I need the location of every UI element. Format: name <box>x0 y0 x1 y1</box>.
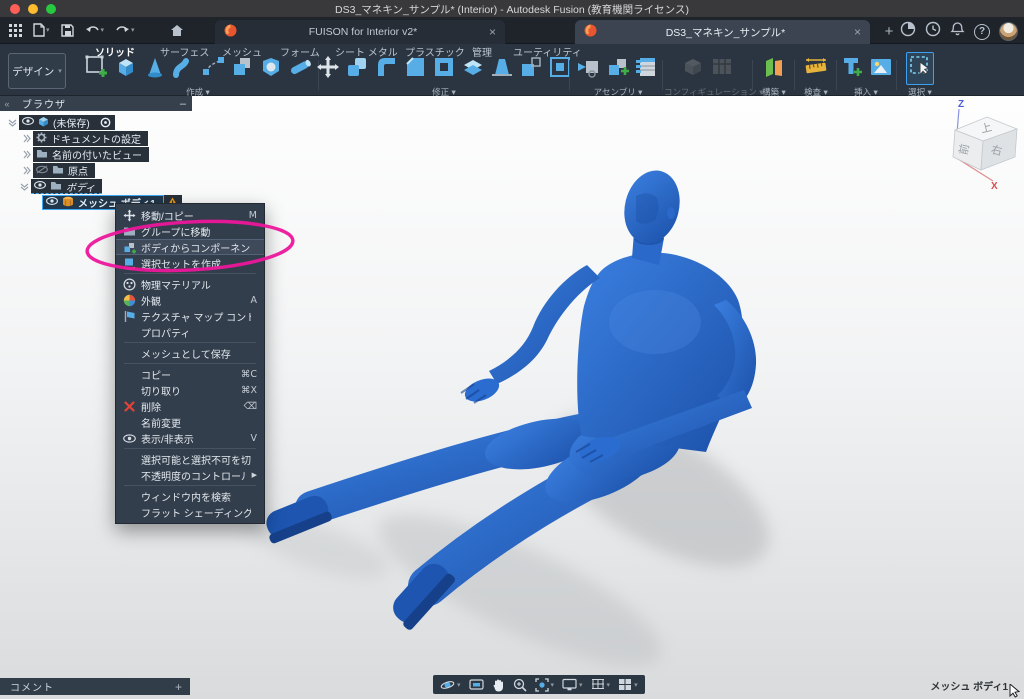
document-cube-icon <box>38 116 49 130</box>
menu-item-move-copy[interactable]: 移動/コピーM <box>116 207 264 223</box>
delete-x-icon <box>122 400 136 413</box>
browser-title: ブラウザ <box>22 96 66 111</box>
expand-arrow-icon[interactable] <box>20 134 33 143</box>
expand-arrow-icon[interactable] <box>20 166 33 175</box>
tree-row-label: ドキュメントの設定 <box>51 131 141 146</box>
expand-arrow-icon[interactable] <box>20 150 33 159</box>
menu-item-copy[interactable]: コピー⌘C <box>116 366 264 382</box>
menu-separator <box>124 363 256 364</box>
new-component-icon <box>122 241 136 254</box>
menu-item-create-selection-set[interactable]: 選択セットを作成 <box>116 255 264 271</box>
color-wheel-icon <box>122 294 136 307</box>
browser-header: « ブラウザ – <box>0 96 192 111</box>
viewports-icon[interactable]: ▾ <box>618 678 638 691</box>
collapse-arrow-icon[interactable] <box>18 183 31 191</box>
browser-panel: « ブラウザ – (未保存) ドキュメントの設定 <box>0 96 192 111</box>
menu-item-physical-material[interactable]: 物理マテリアル <box>116 276 264 292</box>
material-sphere-icon <box>122 278 136 291</box>
look-at-icon[interactable] <box>469 678 484 691</box>
folder-icon <box>50 180 62 193</box>
tree-row-origin[interactable]: 原点 <box>20 163 95 178</box>
menu-separator <box>124 485 256 486</box>
tree-row-root[interactable]: (未保存) <box>6 115 115 130</box>
menu-item-toggle-selectable[interactable]: 選択可能と選択不可を切り替え <box>116 451 264 467</box>
zoom-icon[interactable] <box>513 678 527 692</box>
menu-item-appearance[interactable]: 外観A <box>116 292 264 308</box>
menu-separator <box>124 342 256 343</box>
group-folder-icon <box>122 225 136 238</box>
menu-item-save-as-mesh[interactable]: メッシュとして保存 <box>116 345 264 361</box>
gear-icon <box>36 132 47 146</box>
pan-hand-icon[interactable] <box>492 678 505 692</box>
menu-item-properties[interactable]: プロパティ <box>116 324 264 340</box>
mannequin-head <box>617 165 687 250</box>
folder-icon <box>52 164 64 177</box>
folder-icon <box>36 148 48 161</box>
comments-label: コメント <box>10 679 54 694</box>
menu-item-cut[interactable]: 切り取り⌘X <box>116 382 264 398</box>
axis-z-label: Z <box>958 99 964 110</box>
activate-radio-icon[interactable] <box>97 115 115 130</box>
eye-icon <box>122 432 136 445</box>
submenu-arrow-icon: ▶ <box>252 471 257 479</box>
menu-item-rename[interactable]: 名前変更 <box>116 414 264 430</box>
orbit-icon[interactable]: ▾ <box>440 678 461 692</box>
tree-row-label: ボディ <box>66 179 95 194</box>
navigation-toolbar: ▾ ▾ ▾ ▾ ▾ <box>433 675 645 694</box>
visibility-eye-icon[interactable] <box>22 117 34 128</box>
move-copy-icon <box>122 209 136 222</box>
menu-separator <box>124 448 256 449</box>
menu-item-move-to-group[interactable]: グループに移動 <box>116 223 264 239</box>
display-settings-icon[interactable]: ▾ <box>562 678 583 691</box>
comments-bar[interactable]: コメント + <box>0 678 190 695</box>
tree-row-label: (未保存) <box>53 115 90 130</box>
tree-row-label: 名前の付いたビュー <box>52 147 142 162</box>
mouse-cursor <box>1009 684 1021 698</box>
visibility-eye-icon[interactable] <box>46 197 58 208</box>
tree-row-named-views[interactable]: 名前の付いたビュー <box>20 147 149 162</box>
texture-map-icon <box>122 310 136 323</box>
grid-display-icon[interactable]: ▾ <box>591 678 611 691</box>
tree-row-bodies[interactable]: ボディ <box>18 179 102 194</box>
menu-item-find-in-window[interactable]: ウィンドウ内を検索 <box>116 488 264 504</box>
tree-row-document-settings[interactable]: ドキュメントの設定 <box>20 131 148 146</box>
visibility-eye-icon[interactable] <box>34 181 46 192</box>
mesh-body-icon <box>62 196 74 210</box>
fit-view-icon[interactable]: ▾ <box>535 678 555 692</box>
menu-item-show-hide[interactable]: 表示/非表示V <box>116 430 264 446</box>
menu-item-opacity-control[interactable]: 不透明度のコントロール ▶ <box>116 467 264 483</box>
visibility-off-eye-icon[interactable] <box>36 165 48 177</box>
viewcube[interactable]: Z X 上 前 右 <box>925 97 1024 189</box>
tree-row-label: 原点 <box>68 163 88 178</box>
collapse-arrow-icon[interactable] <box>6 119 19 127</box>
menu-item-create-component-from-body[interactable]: ボディからコンポーネントを作成 <box>116 239 264 255</box>
selection-set-icon <box>122 257 136 270</box>
menu-item-flat-shading[interactable]: フラット シェーディング <box>116 504 264 520</box>
menu-item-delete[interactable]: 削除⌫ <box>116 398 264 414</box>
collapse-browser-icon[interactable]: « <box>0 99 14 109</box>
selection-tooltip: メッシュ ボディ1 <box>930 678 1008 693</box>
axis-x-label: X <box>991 181 998 189</box>
fusion-app-window: DS3_マネキン_サンプル* (Interior) - Autodesk Fus… <box>0 0 1024 699</box>
add-comment-icon[interactable]: + <box>175 680 182 694</box>
menu-item-texture-map-control[interactable]: テクスチャ マップ コントロール <box>116 308 264 324</box>
context-menu: 移動/コピーM グループに移動 ボディからコンポーネントを作成 選択セットを作成… <box>115 203 265 524</box>
menu-separator <box>124 273 256 274</box>
minimize-browser-icon[interactable]: – <box>180 98 186 110</box>
